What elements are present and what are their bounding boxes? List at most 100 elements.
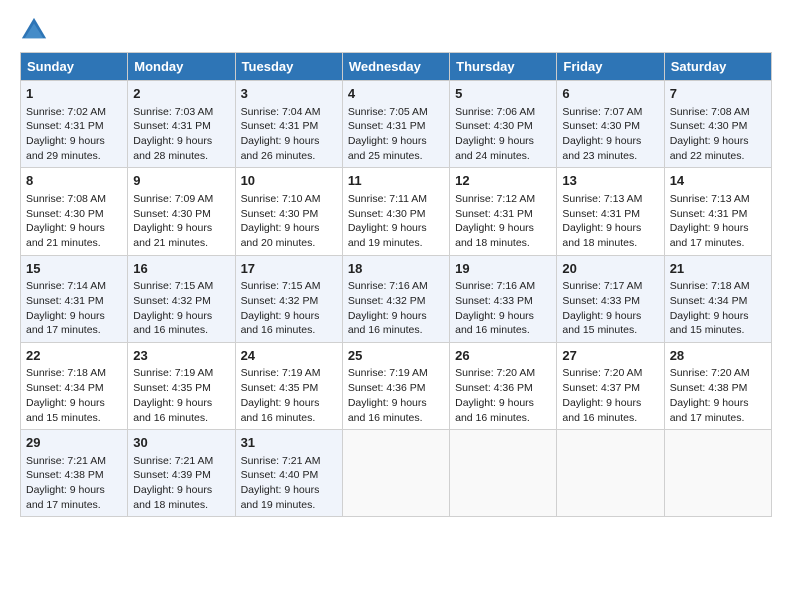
day-number: 12 [455, 172, 551, 190]
day-info: Sunrise: 7:10 AMSunset: 4:30 PMDaylight:… [241, 192, 337, 251]
day-info: Sunrise: 7:20 AMSunset: 4:38 PMDaylight:… [670, 366, 766, 425]
calendar-cell: 18Sunrise: 7:16 AMSunset: 4:32 PMDayligh… [342, 255, 449, 342]
calendar-cell [664, 430, 771, 517]
day-header-friday: Friday [557, 53, 664, 81]
calendar-cell: 17Sunrise: 7:15 AMSunset: 4:32 PMDayligh… [235, 255, 342, 342]
day-number: 22 [26, 347, 122, 365]
calendar-cell: 11 Sunrise: 7:11 AMSunset: 4:30 PMDayligh… [342, 168, 449, 255]
calendar-cell: 21Sunrise: 7:18 AMSunset: 4:34 PMDayligh… [664, 255, 771, 342]
calendar-cell: 23Sunrise: 7:19 AMSunset: 4:35 PMDayligh… [128, 342, 235, 429]
calendar-cell: 10 Sunrise: 7:10 AMSunset: 4:30 PMDayligh… [235, 168, 342, 255]
calendar-cell: 6 Sunrise: 7:07 AMSunset: 4:30 PMDaylight… [557, 81, 664, 168]
day-number: 11 [348, 172, 444, 190]
day-info: Sunrise: 7:07 AMSunset: 4:30 PMDaylight:… [562, 105, 658, 164]
day-info: Sunrise: 7:11 AMSunset: 4:30 PMDaylight:… [348, 192, 444, 251]
day-number: 4 [348, 85, 444, 103]
logo [20, 16, 52, 44]
day-number: 25 [348, 347, 444, 365]
calendar-cell: 8Sunrise: 7:08 AMSunset: 4:30 PMDaylight… [21, 168, 128, 255]
day-number: 24 [241, 347, 337, 365]
day-info: Sunrise: 7:17 AMSunset: 4:33 PMDaylight:… [562, 279, 658, 338]
day-number: 6 [562, 85, 658, 103]
day-number: 17 [241, 260, 337, 278]
day-number: 1 [26, 85, 122, 103]
calendar-cell: 24Sunrise: 7:19 AMSunset: 4:35 PMDayligh… [235, 342, 342, 429]
day-number: 20 [562, 260, 658, 278]
day-number: 9 [133, 172, 229, 190]
day-number: 13 [562, 172, 658, 190]
day-number: 8 [26, 172, 122, 190]
week-row-2: 8Sunrise: 7:08 AMSunset: 4:30 PMDaylight… [21, 168, 772, 255]
calendar-cell: 13Sunrise: 7:13 AMSunset: 4:31 PMDayligh… [557, 168, 664, 255]
calendar-cell: 16Sunrise: 7:15 AMSunset: 4:32 PMDayligh… [128, 255, 235, 342]
day-header-tuesday: Tuesday [235, 53, 342, 81]
day-header-thursday: Thursday [450, 53, 557, 81]
day-info: Sunrise: 7:19 AMSunset: 4:35 PMDaylight:… [241, 366, 337, 425]
calendar-cell: 12 Sunrise: 7:12 AMSunset: 4:31 PMDayligh… [450, 168, 557, 255]
day-info: Sunrise: 7:12 AMSunset: 4:31 PMDaylight:… [455, 192, 551, 251]
page: SundayMondayTuesdayWednesdayThursdayFrid… [0, 0, 792, 527]
calendar-cell: 2 Sunrise: 7:03 AMSunset: 4:31 PMDaylight… [128, 81, 235, 168]
day-number: 29 [26, 434, 122, 452]
day-info: Sunrise: 7:03 AMSunset: 4:31 PMDaylight:… [133, 105, 229, 164]
calendar-cell: 31Sunrise: 7:21 AMSunset: 4:40 PMDayligh… [235, 430, 342, 517]
calendar-cell: 26Sunrise: 7:20 AMSunset: 4:36 PMDayligh… [450, 342, 557, 429]
calendar-cell [342, 430, 449, 517]
day-info: Sunrise: 7:19 AMSunset: 4:36 PMDaylight:… [348, 366, 444, 425]
day-info: Sunrise: 7:08 AMSunset: 4:30 PMDaylight:… [670, 105, 766, 164]
day-header-monday: Monday [128, 53, 235, 81]
day-info: Sunrise: 7:18 AMSunset: 4:34 PMDaylight:… [26, 366, 122, 425]
calendar-cell: 30 Sunrise: 7:21 AMSunset: 4:39 PMDayligh… [128, 430, 235, 517]
day-header-sunday: Sunday [21, 53, 128, 81]
day-header-saturday: Saturday [664, 53, 771, 81]
day-info: Sunrise: 7:21 AMSunset: 4:40 PMDaylight:… [241, 454, 337, 513]
day-info: Sunrise: 7:21 AMSunset: 4:38 PMDaylight:… [26, 454, 122, 513]
day-info: Sunrise: 7:15 AMSunset: 4:32 PMDaylight:… [133, 279, 229, 338]
day-number: 28 [670, 347, 766, 365]
header-row: SundayMondayTuesdayWednesdayThursdayFrid… [21, 53, 772, 81]
calendar-cell: 7 Sunrise: 7:08 AMSunset: 4:30 PMDaylight… [664, 81, 771, 168]
calendar-cell: 14Sunrise: 7:13 AMSunset: 4:31 PMDayligh… [664, 168, 771, 255]
day-number: 15 [26, 260, 122, 278]
week-row-4: 22Sunrise: 7:18 AMSunset: 4:34 PMDayligh… [21, 342, 772, 429]
day-info: Sunrise: 7:20 AMSunset: 4:37 PMDaylight:… [562, 366, 658, 425]
day-number: 10 [241, 172, 337, 190]
calendar-cell: 9 Sunrise: 7:09 AMSunset: 4:30 PMDaylight… [128, 168, 235, 255]
day-info: Sunrise: 7:06 AMSunset: 4:30 PMDaylight:… [455, 105, 551, 164]
calendar-cell: 15Sunrise: 7:14 AMSunset: 4:31 PMDayligh… [21, 255, 128, 342]
calendar-cell: 22Sunrise: 7:18 AMSunset: 4:34 PMDayligh… [21, 342, 128, 429]
day-info: Sunrise: 7:19 AMSunset: 4:35 PMDaylight:… [133, 366, 229, 425]
day-number: 30 [133, 434, 229, 452]
day-info: Sunrise: 7:16 AMSunset: 4:33 PMDaylight:… [455, 279, 551, 338]
calendar-cell: 28Sunrise: 7:20 AMSunset: 4:38 PMDayligh… [664, 342, 771, 429]
day-info: Sunrise: 7:04 AMSunset: 4:31 PMDaylight:… [241, 105, 337, 164]
calendar-cell [557, 430, 664, 517]
day-info: Sunrise: 7:09 AMSunset: 4:30 PMDaylight:… [133, 192, 229, 251]
day-info: Sunrise: 7:20 AMSunset: 4:36 PMDaylight:… [455, 366, 551, 425]
calendar-cell: 5 Sunrise: 7:06 AMSunset: 4:30 PMDaylight… [450, 81, 557, 168]
week-row-5: 29 Sunrise: 7:21 AMSunset: 4:38 PMDayligh… [21, 430, 772, 517]
day-info: Sunrise: 7:13 AMSunset: 4:31 PMDaylight:… [670, 192, 766, 251]
calendar-cell: 29 Sunrise: 7:21 AMSunset: 4:38 PMDayligh… [21, 430, 128, 517]
calendar-cell: 27Sunrise: 7:20 AMSunset: 4:37 PMDayligh… [557, 342, 664, 429]
day-number: 2 [133, 85, 229, 103]
logo-icon [20, 16, 48, 44]
day-number: 5 [455, 85, 551, 103]
week-row-1: 1Sunrise: 7:02 AMSunset: 4:31 PMDaylight… [21, 81, 772, 168]
day-info: Sunrise: 7:14 AMSunset: 4:31 PMDaylight:… [26, 279, 122, 338]
day-info: Sunrise: 7:16 AMSunset: 4:32 PMDaylight:… [348, 279, 444, 338]
day-number: 26 [455, 347, 551, 365]
calendar-cell: 4 Sunrise: 7:05 AMSunset: 4:31 PMDaylight… [342, 81, 449, 168]
calendar-cell [450, 430, 557, 517]
day-number: 19 [455, 260, 551, 278]
day-info: Sunrise: 7:21 AMSunset: 4:39 PMDaylight:… [133, 454, 229, 513]
day-number: 23 [133, 347, 229, 365]
day-number: 7 [670, 85, 766, 103]
day-info: Sunrise: 7:05 AMSunset: 4:31 PMDaylight:… [348, 105, 444, 164]
day-number: 16 [133, 260, 229, 278]
calendar-table: SundayMondayTuesdayWednesdayThursdayFrid… [20, 52, 772, 517]
day-number: 27 [562, 347, 658, 365]
calendar-cell: 1Sunrise: 7:02 AMSunset: 4:31 PMDaylight… [21, 81, 128, 168]
calendar-cell: 3Sunrise: 7:04 AMSunset: 4:31 PMDaylight… [235, 81, 342, 168]
week-row-3: 15Sunrise: 7:14 AMSunset: 4:31 PMDayligh… [21, 255, 772, 342]
